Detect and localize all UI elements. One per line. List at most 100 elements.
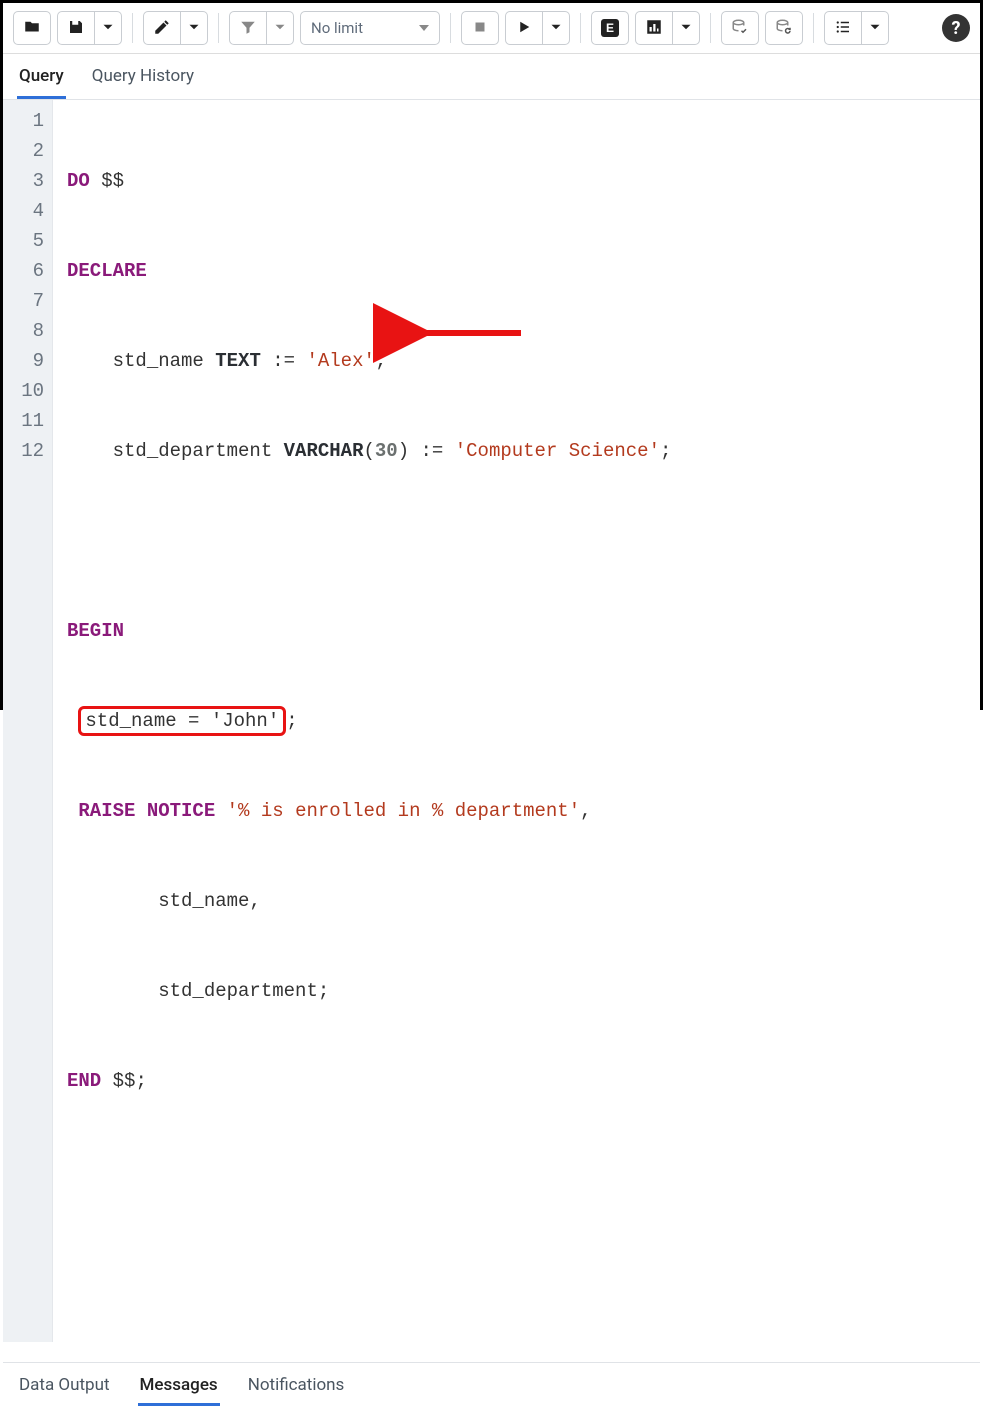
- ident: std_department: [113, 440, 273, 462]
- list-icon: [834, 18, 852, 39]
- ident: std_name: [158, 890, 249, 912]
- toolbar-separator: [450, 13, 451, 43]
- tab-messages[interactable]: Messages: [138, 1373, 220, 1406]
- run-group: [505, 11, 570, 45]
- macros-group: [824, 11, 889, 45]
- toolbar: No limit E: [3, 3, 980, 54]
- stop-icon: [471, 18, 489, 39]
- line-number: 8: [3, 316, 44, 346]
- line-number: 9: [3, 346, 44, 376]
- string: '% is enrolled in % department': [227, 800, 580, 822]
- save-dropdown[interactable]: [95, 11, 122, 45]
- line-number: 11: [3, 406, 44, 436]
- token: $$: [101, 170, 124, 192]
- rollback-button[interactable]: [765, 11, 803, 45]
- tab-query[interactable]: Query: [17, 62, 66, 99]
- output-tabs: Data Output Messages Notifications: [3, 1362, 980, 1406]
- chart-icon: [645, 18, 663, 39]
- chevron-down-icon: [271, 18, 289, 39]
- toolbar-separator: [813, 13, 814, 43]
- line-number: 4: [3, 196, 44, 226]
- db-refresh-icon: [775, 18, 793, 39]
- line-number: 3: [3, 166, 44, 196]
- token: ): [398, 440, 409, 462]
- open-button[interactable]: [13, 11, 51, 45]
- macros-dropdown[interactable]: [862, 11, 889, 45]
- save-group: [57, 11, 122, 45]
- filter-dropdown[interactable]: [267, 11, 294, 45]
- kw-notice: NOTICE: [147, 800, 215, 822]
- string: 'Alex': [306, 350, 374, 372]
- save-icon: [67, 18, 85, 39]
- tab-notifications[interactable]: Notifications: [246, 1373, 347, 1406]
- analyze-button[interactable]: [635, 11, 673, 45]
- pencil-icon: [153, 18, 171, 39]
- save-button[interactable]: [57, 11, 95, 45]
- chevron-down-icon: [185, 18, 203, 39]
- help-button[interactable]: ?: [942, 14, 970, 42]
- notice-line: NOTICE: John is enrolled in Computer Sci…: [17, 1418, 966, 1420]
- kw-do: DO: [67, 170, 90, 192]
- filter-icon: [239, 18, 257, 39]
- kw-declare: DECLARE: [67, 260, 147, 282]
- line-number: 5: [3, 226, 44, 256]
- sql-editor[interactable]: 1 2 3 4 5 6 7 8 9 10 11 12 DO $$ DECLARE…: [3, 100, 980, 1342]
- limit-select[interactable]: No limit: [300, 11, 440, 45]
- query-tabs: Query Query History: [3, 54, 980, 100]
- db-check-icon: [731, 18, 749, 39]
- explain-button[interactable]: E: [591, 11, 629, 45]
- analyze-dropdown[interactable]: [673, 11, 700, 45]
- chevron-down-icon: [866, 18, 884, 39]
- annotation-arrow-1: [343, 288, 531, 318]
- type: TEXT: [215, 350, 261, 372]
- run-button[interactable]: [505, 11, 543, 45]
- toolbar-separator: [710, 13, 711, 43]
- token: (: [363, 440, 374, 462]
- token: ;: [286, 710, 297, 732]
- line-number: 7: [3, 286, 44, 316]
- tab-data-output[interactable]: Data Output: [17, 1373, 112, 1406]
- line-number: 10: [3, 376, 44, 406]
- chevron-down-icon: [677, 18, 695, 39]
- stop-button[interactable]: [461, 11, 499, 45]
- filter-group: [229, 11, 294, 45]
- commit-button[interactable]: [721, 11, 759, 45]
- analyze-group: [635, 11, 700, 45]
- line-number: 6: [3, 256, 44, 286]
- macros-button[interactable]: [824, 11, 862, 45]
- token: ,: [249, 890, 260, 912]
- help-icon: ?: [952, 18, 961, 39]
- editor-code[interactable]: DO $$ DECLARE std_name TEXT := 'Alex'; s…: [53, 100, 980, 1342]
- letter-e-icon: E: [601, 19, 619, 37]
- edit-dropdown[interactable]: [181, 11, 208, 45]
- edit-group: [143, 11, 208, 45]
- number: 30: [375, 440, 398, 462]
- tab-query-history[interactable]: Query History: [90, 62, 196, 99]
- toolbar-separator: [218, 13, 219, 43]
- kw-begin: BEGIN: [67, 620, 124, 642]
- type: VARCHAR: [284, 440, 364, 462]
- edit-button[interactable]: [143, 11, 181, 45]
- line-number: 1: [3, 106, 44, 136]
- caret-down-icon: [419, 25, 429, 31]
- limit-label: No limit: [311, 19, 363, 37]
- token: ;: [375, 350, 386, 372]
- string: 'Computer Science': [455, 440, 660, 462]
- token: ,: [580, 800, 591, 822]
- line-number: 2: [3, 136, 44, 166]
- toolbar-separator: [132, 13, 133, 43]
- toolbar-separator: [580, 13, 581, 43]
- folder-icon: [23, 18, 41, 39]
- line-number: 12: [3, 436, 44, 466]
- filter-button[interactable]: [229, 11, 267, 45]
- token: ;: [135, 1070, 146, 1092]
- chevron-down-icon: [99, 18, 117, 39]
- ident: std_name: [113, 350, 204, 372]
- token: ;: [318, 980, 329, 1002]
- chevron-down-icon: [547, 18, 565, 39]
- messages-pane: NOTICE: John is enrolled in Computer Sci…: [3, 1406, 980, 1420]
- token: $$: [113, 1070, 136, 1092]
- token: :=: [272, 350, 295, 372]
- run-dropdown[interactable]: [543, 11, 570, 45]
- editor-gutter: 1 2 3 4 5 6 7 8 9 10 11 12: [3, 100, 53, 1342]
